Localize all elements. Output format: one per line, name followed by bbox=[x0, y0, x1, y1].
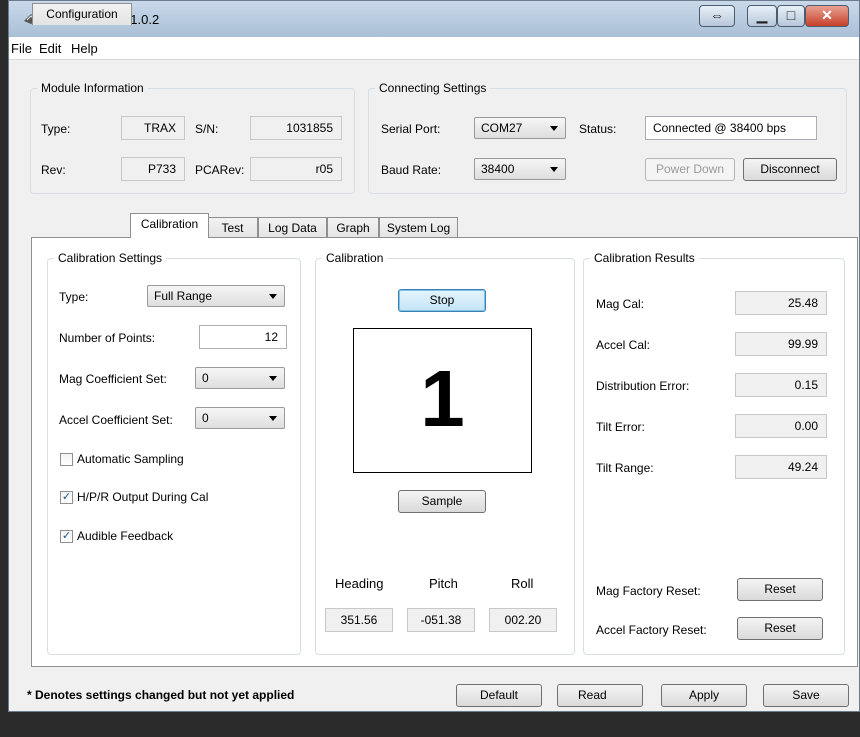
tilt-range-value: 49.24 bbox=[735, 455, 827, 479]
chevron-down-icon bbox=[550, 126, 558, 131]
serial-port-label: Serial Port: bbox=[381, 122, 441, 136]
accel-coeff-select[interactable]: 0 bbox=[195, 407, 285, 429]
pitch-value: -051.38 bbox=[407, 608, 475, 632]
tab-test[interactable]: Test bbox=[207, 217, 258, 239]
tilt-error-value: 0.00 bbox=[735, 414, 827, 438]
mag-coeff-label: Mag Coefficient Set: bbox=[59, 372, 167, 386]
mag-cal-label: Mag Cal: bbox=[596, 297, 645, 311]
tilt-range-label: Tilt Range: bbox=[596, 461, 654, 475]
menu-bar: File Edit Help bbox=[9, 37, 859, 60]
num-points-label: Number of Points: bbox=[59, 331, 156, 345]
chevron-down-icon bbox=[550, 167, 558, 172]
roll-value: 002.20 bbox=[489, 608, 557, 632]
tilt-error-label: Tilt Error: bbox=[596, 420, 645, 434]
tab-log-data[interactable]: Log Data bbox=[258, 217, 327, 239]
mag-cal-value: 25.48 bbox=[735, 291, 827, 315]
baud-rate-label: Baud Rate: bbox=[381, 163, 442, 177]
audible-feedback-checkbox[interactable]: ✓ bbox=[60, 530, 73, 543]
baud-rate-select[interactable]: 38400 bbox=[474, 158, 566, 180]
sample-button[interactable]: Sample bbox=[398, 490, 486, 513]
heading-value: 351.56 bbox=[325, 608, 393, 632]
minimize-button[interactable]: ▁ bbox=[747, 5, 777, 27]
sn-label: S/N: bbox=[195, 122, 219, 136]
disconnect-button[interactable]: Disconnect bbox=[743, 158, 837, 181]
accel-coeff-label: Accel Coefficient Set: bbox=[59, 413, 173, 427]
calibration-results-legend: Calibration Results bbox=[594, 251, 695, 265]
chevron-down-icon bbox=[269, 294, 277, 299]
module-info-legend: Module Information bbox=[41, 81, 144, 95]
rev-label: Rev: bbox=[41, 163, 66, 177]
hpr-output-label: H/P/R Output During Cal bbox=[77, 490, 209, 504]
heading-label: Heading bbox=[335, 576, 384, 591]
connecting-settings-legend: Connecting Settings bbox=[379, 81, 487, 95]
auto-sampling-checkbox[interactable] bbox=[60, 453, 73, 466]
mag-coeff-select[interactable]: 0 bbox=[195, 367, 285, 389]
menu-help[interactable]: Help bbox=[71, 41, 98, 56]
accel-coeff-value: 0 bbox=[202, 411, 209, 425]
type-label: Type: bbox=[41, 122, 71, 136]
unapplied-settings-note: * Denotes settings changed but not yet a… bbox=[27, 688, 295, 702]
stop-button[interactable]: Stop bbox=[398, 289, 486, 312]
apply-button[interactable]: Apply bbox=[661, 684, 747, 707]
mag-reset-button[interactable]: Reset bbox=[737, 578, 823, 601]
default-button[interactable]: Default bbox=[456, 684, 542, 707]
title-bar[interactable]: TRAX Studio v1.0.2 ⇔ ▁ □ ✕ bbox=[9, 1, 859, 38]
baud-rate-value: 38400 bbox=[481, 162, 515, 176]
accel-factory-reset-label: Accel Factory Reset: bbox=[596, 623, 707, 637]
read-button[interactable]: Read bbox=[557, 684, 643, 707]
cal-type-label: Type: bbox=[59, 290, 89, 304]
status-label: Status: bbox=[579, 122, 617, 136]
rev-value: P733 bbox=[121, 157, 185, 181]
serial-port-value: COM27 bbox=[481, 121, 523, 135]
restore-button[interactable]: ⇔ bbox=[699, 5, 735, 27]
save-button[interactable]: Save bbox=[763, 684, 849, 707]
hpr-output-checkbox[interactable]: ✓ bbox=[60, 491, 73, 504]
roll-label: Roll bbox=[511, 576, 534, 591]
audible-feedback-label: Audible Feedback bbox=[77, 529, 174, 543]
tab-configuration[interactable]: Configuration bbox=[32, 3, 132, 25]
tab-graph[interactable]: Graph bbox=[327, 217, 379, 239]
menu-edit[interactable]: Edit bbox=[39, 41, 61, 56]
chevron-down-icon bbox=[269, 376, 277, 381]
tab-calibration[interactable]: Calibration bbox=[130, 213, 209, 238]
cal-type-value: Full Range bbox=[154, 289, 213, 303]
pcarev-value: r05 bbox=[250, 157, 342, 181]
tab-system-log[interactable]: System Log bbox=[379, 217, 458, 239]
auto-sampling-label: Automatic Sampling bbox=[77, 452, 184, 466]
menu-file[interactable]: File bbox=[11, 41, 32, 56]
calibration-settings-legend: Calibration Settings bbox=[58, 251, 163, 265]
accel-reset-button[interactable]: Reset bbox=[737, 617, 823, 640]
pcarev-label: PCARev: bbox=[195, 163, 245, 177]
type-value: TRAX bbox=[121, 116, 185, 140]
sample-count: 1 bbox=[420, 354, 465, 443]
sample-count-display: 1 bbox=[353, 328, 532, 473]
accel-cal-value: 99.99 bbox=[735, 332, 827, 356]
status-field: Connected @ 38400 bps bbox=[645, 116, 817, 140]
distribution-error-label: Distribution Error: bbox=[596, 379, 690, 393]
pitch-label: Pitch bbox=[429, 576, 458, 591]
maximize-button[interactable]: □ bbox=[777, 5, 805, 27]
close-button[interactable]: ✕ bbox=[805, 5, 849, 27]
cal-type-select[interactable]: Full Range bbox=[147, 285, 285, 307]
app-window: TRAX Studio v1.0.2 ⇔ ▁ □ ✕ File Edit Hel… bbox=[8, 0, 860, 712]
serial-port-select[interactable]: COM27 bbox=[474, 117, 566, 139]
sn-value: 1031855 bbox=[250, 116, 342, 140]
accel-cal-label: Accel Cal: bbox=[596, 338, 651, 352]
num-points-input[interactable]: 12 bbox=[199, 325, 287, 349]
chevron-down-icon bbox=[269, 416, 277, 421]
mag-factory-reset-label: Mag Factory Reset: bbox=[596, 584, 701, 598]
distribution-error-value: 0.15 bbox=[735, 373, 827, 397]
calibration-legend: Calibration bbox=[326, 251, 384, 265]
power-down-button[interactable]: Power Down bbox=[645, 158, 735, 181]
mag-coeff-value: 0 bbox=[202, 371, 209, 385]
